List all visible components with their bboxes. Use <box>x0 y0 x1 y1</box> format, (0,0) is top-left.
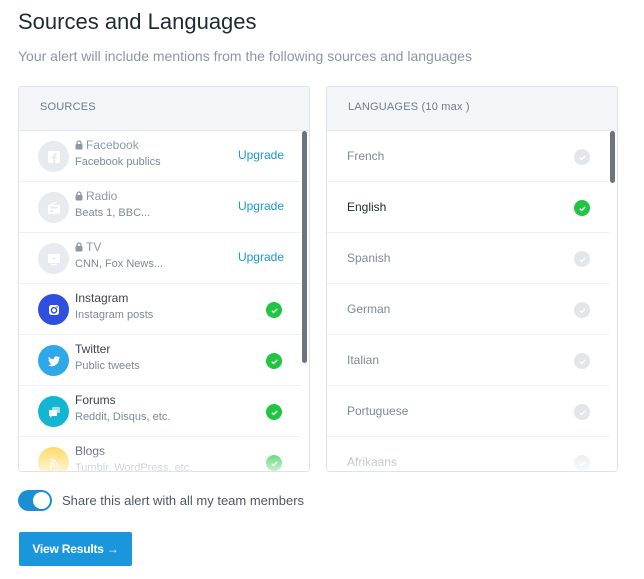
language-name: Italian <box>347 353 380 367</box>
facebook-icon <box>38 141 69 172</box>
rss-icon <box>38 447 69 471</box>
check-icon[interactable] <box>266 455 282 471</box>
sources-list: Facebook Facebook publics Upgrade Radio … <box>19 131 309 471</box>
check-icon[interactable] <box>574 149 590 165</box>
upgrade-link[interactable]: Upgrade <box>238 199 284 213</box>
radio-icon <box>38 192 69 223</box>
source-description: Reddit, Disqus, etc. <box>75 411 171 423</box>
forum-icon <box>38 396 69 427</box>
source-item-twitter[interactable]: Twitter Public tweets <box>19 335 301 386</box>
scroll-thumb[interactable] <box>302 131 307 363</box>
language-name: French <box>347 149 385 163</box>
source-item-tv[interactable]: TV CNN, Fox News... Upgrade <box>19 233 301 284</box>
source-name: Blogs <box>75 444 106 458</box>
source-item-instagram[interactable]: Instagram Instagram posts <box>19 284 301 335</box>
check-icon[interactable] <box>574 251 590 267</box>
share-toggle[interactable] <box>18 490 52 511</box>
source-name: Twitter <box>75 342 111 356</box>
lock-icon <box>75 140 83 150</box>
check-icon[interactable] <box>574 302 590 318</box>
sources-scrollbar[interactable] <box>301 131 309 471</box>
source-description: Public tweets <box>75 360 140 372</box>
language-item-afrikaans[interactable]: Afrikaans <box>327 437 609 471</box>
tv-icon <box>38 243 69 274</box>
lock-icon <box>75 191 83 201</box>
source-description: Instagram posts <box>75 309 154 321</box>
check-icon[interactable] <box>266 302 282 318</box>
check-icon[interactable] <box>574 404 590 420</box>
language-name: Afrikaans <box>347 455 398 469</box>
check-icon[interactable] <box>266 404 282 420</box>
source-name: Radio <box>75 189 117 203</box>
languages-panel: LANGUAGES (10 max ) French English Spani… <box>326 86 618 472</box>
language-item-spanish[interactable]: Spanish <box>327 233 609 284</box>
source-name: Forums <box>75 393 116 407</box>
languages-scrollbar[interactable] <box>609 131 617 471</box>
check-icon[interactable] <box>574 353 590 369</box>
toggle-knob <box>33 492 50 509</box>
source-item-blogs[interactable]: Blogs Tumblr, WordPress, etc. <box>19 437 301 471</box>
language-item-italian[interactable]: Italian <box>327 335 609 386</box>
source-description: Facebook publics <box>75 156 161 168</box>
language-name: Spanish <box>347 251 391 265</box>
languages-list: French English Spanish German Italian Po… <box>327 131 617 471</box>
source-description: CNN, Fox News... <box>75 258 164 270</box>
sources-header: SOURCES <box>19 87 309 131</box>
view-results-button[interactable]: View Results → <box>19 532 132 566</box>
source-name: TV <box>75 240 101 254</box>
upgrade-link[interactable]: Upgrade <box>238 250 284 264</box>
source-name: Facebook <box>75 138 139 152</box>
upgrade-link[interactable]: Upgrade <box>238 148 284 162</box>
source-description: Beats 1, BBC... <box>75 207 151 219</box>
source-name: Instagram <box>75 291 129 305</box>
scroll-thumb[interactable] <box>610 131 615 183</box>
language-name: English <box>347 200 387 214</box>
language-name: German <box>347 302 391 316</box>
language-name: Portuguese <box>347 404 409 418</box>
languages-header: LANGUAGES (10 max ) <box>327 87 617 131</box>
page-title: Sources and Languages <box>18 9 257 34</box>
sources-panel: SOURCES Facebook Facebook publics Upgrad… <box>18 86 310 472</box>
share-setting: Share this alert with all my team member… <box>18 490 304 511</box>
source-item-radio[interactable]: Radio Beats 1, BBC... Upgrade <box>19 182 301 233</box>
check-icon[interactable] <box>266 353 282 369</box>
page-subtitle: Your alert will include mentions from th… <box>18 48 472 64</box>
language-item-portuguese[interactable]: Portuguese <box>327 386 609 437</box>
check-icon[interactable] <box>574 455 590 471</box>
language-item-german[interactable]: German <box>327 284 609 335</box>
share-label: Share this alert with all my team member… <box>62 493 305 508</box>
twitter-icon <box>38 345 69 376</box>
source-item-facebook[interactable]: Facebook Facebook publics Upgrade <box>19 131 301 182</box>
source-item-forums[interactable]: Forums Reddit, Disqus, etc. <box>19 386 301 437</box>
language-item-english[interactable]: English <box>327 182 609 233</box>
language-item-french[interactable]: French <box>327 131 609 182</box>
instagram-icon <box>38 294 69 325</box>
source-description: Tumblr, WordPress, etc. <box>75 462 193 471</box>
check-icon[interactable] <box>574 200 590 216</box>
lock-icon <box>75 242 83 252</box>
